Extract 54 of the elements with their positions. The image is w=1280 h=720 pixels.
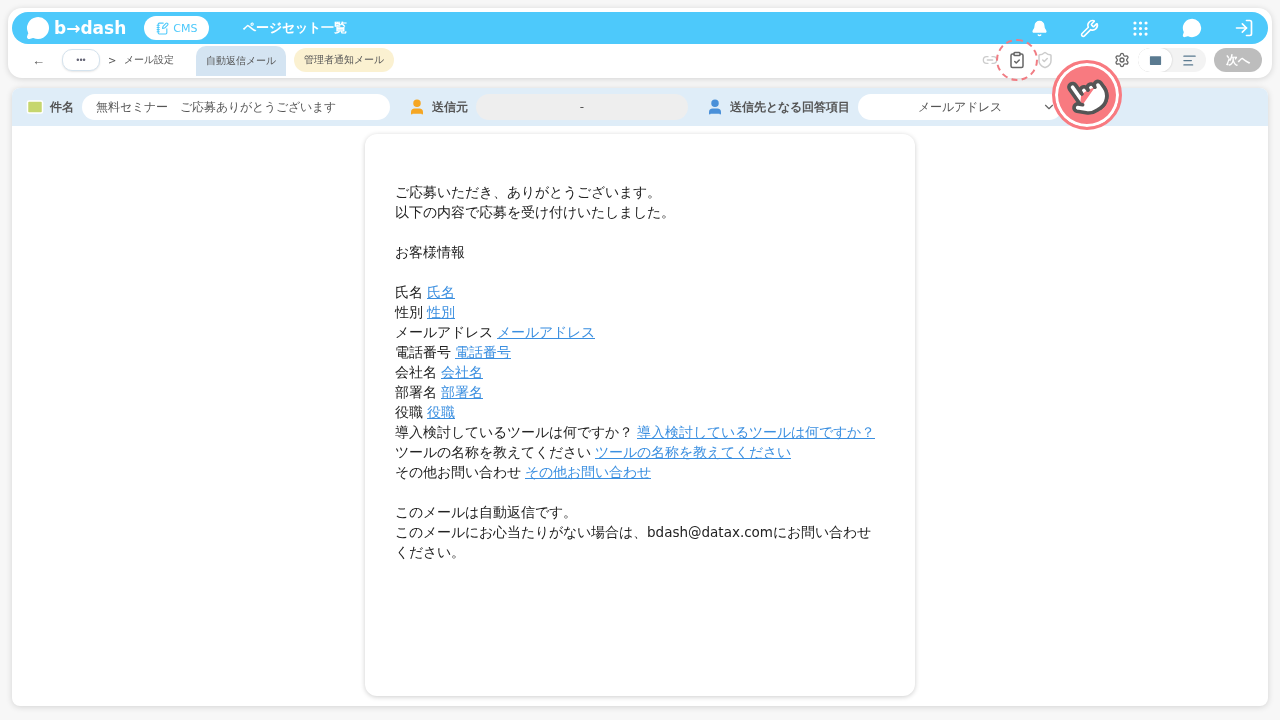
field-label: 役職	[395, 403, 423, 422]
field-label: 部署名	[395, 383, 437, 402]
breadcrumb-current: メール設定	[124, 53, 175, 67]
subject-label: 件名	[50, 98, 74, 116]
tab[interactable]: 自動返信メール	[196, 46, 287, 76]
dashed-highlight-ring	[996, 39, 1038, 81]
field-label: ツールの名称を教えてください	[395, 443, 591, 462]
field-link[interactable]: 部署名	[441, 382, 483, 402]
logo-icon	[26, 16, 50, 40]
field-label: 会社名	[395, 363, 437, 382]
logo: b→dash	[54, 18, 127, 38]
field-label: 氏名	[395, 283, 423, 302]
field-link[interactable]: 会社名	[441, 362, 483, 382]
back-button[interactable]: ←	[26, 51, 50, 69]
tab[interactable]: 管理者通知メール	[294, 48, 395, 72]
field-link[interactable]: 氏名	[427, 282, 455, 302]
field-label: 電話番号	[395, 343, 451, 362]
field-link[interactable]: 性別	[427, 302, 455, 322]
grid-icon[interactable]	[1131, 18, 1150, 38]
page-title: ページセット一覧	[243, 19, 348, 37]
notebook-pen-icon	[156, 21, 170, 35]
breadcrumb-separator: >	[108, 54, 117, 66]
field-label: その他お問い合わせ	[395, 463, 521, 482]
field-label: 性別	[395, 303, 423, 322]
email-text: お客様情報	[395, 243, 466, 262]
email-text: ご応募いただき、ありがとうございます。	[395, 183, 662, 202]
logout-icon[interactable]	[1234, 18, 1254, 38]
lines-icon	[1181, 52, 1197, 68]
field-link[interactable]: 役職	[427, 402, 455, 422]
cms-button[interactable]: CMS	[144, 16, 210, 40]
field-label: 導入検討しているツールは何ですか？	[395, 423, 633, 442]
person-icon	[706, 98, 724, 116]
field-link[interactable]: 電話番号	[455, 342, 511, 362]
email-text: このメールにお心当たりがない場合は、bdash@datax.comにお問い合わせください。	[395, 523, 873, 562]
recipient-label: 送信先となる回答項目	[730, 98, 850, 116]
email-text: このメールは自動返信です。	[395, 503, 578, 522]
view-toggle[interactable]	[1138, 48, 1206, 72]
field-link[interactable]: ツールの名称を教えてください	[595, 442, 791, 462]
field-label: メールアドレス	[395, 323, 493, 342]
field-link[interactable]: その他お問い合わせ	[525, 462, 651, 482]
field-link[interactable]: メールアドレス	[497, 322, 595, 342]
clipboard-check-icon[interactable]	[1008, 51, 1026, 69]
wrench-icon[interactable]	[1080, 18, 1099, 38]
mail-view-button[interactable]	[1138, 48, 1172, 72]
subject-field[interactable]: 無料セミナー ご応募ありがとうございます	[82, 94, 390, 120]
field-link[interactable]: 導入検討しているツールは何ですか？	[637, 422, 875, 442]
settings-icon[interactable]	[1114, 52, 1130, 68]
more-button[interactable]: •••	[62, 49, 100, 71]
email-text: 以下の内容で応募を受け付けいたしました。	[395, 203, 676, 222]
sender-label: 送信元	[432, 98, 468, 116]
notification-icon[interactable]	[1031, 19, 1048, 37]
person-icon	[408, 98, 426, 116]
shield-icon[interactable]	[1036, 51, 1054, 69]
chat-icon[interactable]	[1182, 18, 1202, 38]
